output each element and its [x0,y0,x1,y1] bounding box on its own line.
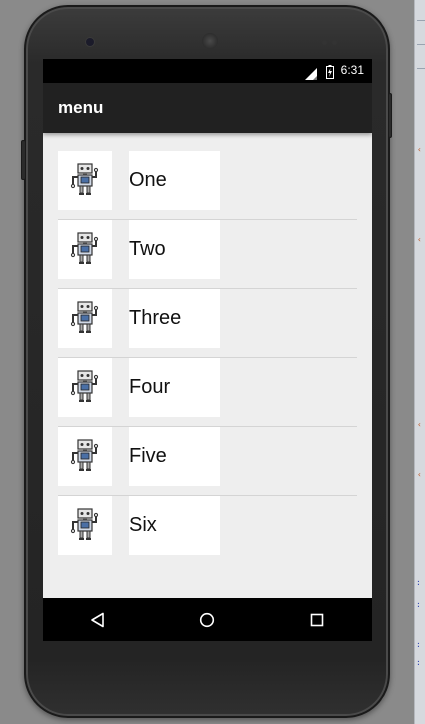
list-item-label: One [129,169,167,191]
list-item-label: Four [129,376,171,398]
signal-icon [305,65,317,84]
label-box: Six [129,496,220,555]
robot-icon [67,437,103,477]
robot-icon [67,506,103,546]
light-sensor [332,40,337,45]
list-item[interactable]: One [58,151,357,220]
label-box: Five [129,427,220,486]
thumbnail [58,220,112,279]
label-box: One [129,151,220,210]
thumbnail [58,289,112,348]
app-bar: menu [43,83,372,133]
thumbnail [58,427,112,486]
device-screen: 6:31 menu One Two Three Four Five Six [43,59,372,641]
battery-charging-icon [326,64,334,83]
status-time: 6:31 [340,63,364,77]
proximity-sensor [322,40,327,45]
home-circle-icon[interactable] [187,600,227,640]
list-item[interactable]: Six [58,496,357,565]
back-triangle-icon[interactable] [78,600,118,640]
list-item-label: Five [129,445,167,467]
thumbnail [58,496,112,555]
list-item[interactable]: Five [58,427,357,496]
label-box: Three [129,289,220,348]
status-bar: 6:31 [43,59,372,83]
robot-icon [67,161,103,201]
list-item[interactable]: Three [58,289,357,358]
list-item-label: Three [129,307,182,329]
thumbnail [58,358,112,417]
recents-square-icon[interactable] [297,600,337,640]
label-box: Four [129,358,220,417]
app-title: menu [58,98,104,117]
robot-icon [67,299,103,339]
ide-side-panel: ‹ ‹ ‹ ‹ : : : : [414,0,425,724]
robot-icon [67,230,103,270]
item-list: One Two Three Four Five Six [43,133,372,565]
volume-button[interactable] [388,93,392,138]
power-button[interactable] [21,140,26,180]
list-item[interactable]: Four [58,358,357,427]
front-camera [86,38,94,46]
list-item[interactable]: Two [58,220,357,289]
list-item-label: Two [129,238,166,260]
robot-icon [67,368,103,408]
earpiece-speaker [202,33,218,49]
navigation-bar [43,598,372,641]
list-item-label: Six [129,514,157,536]
label-box: Two [129,220,220,279]
thumbnail [58,151,112,210]
